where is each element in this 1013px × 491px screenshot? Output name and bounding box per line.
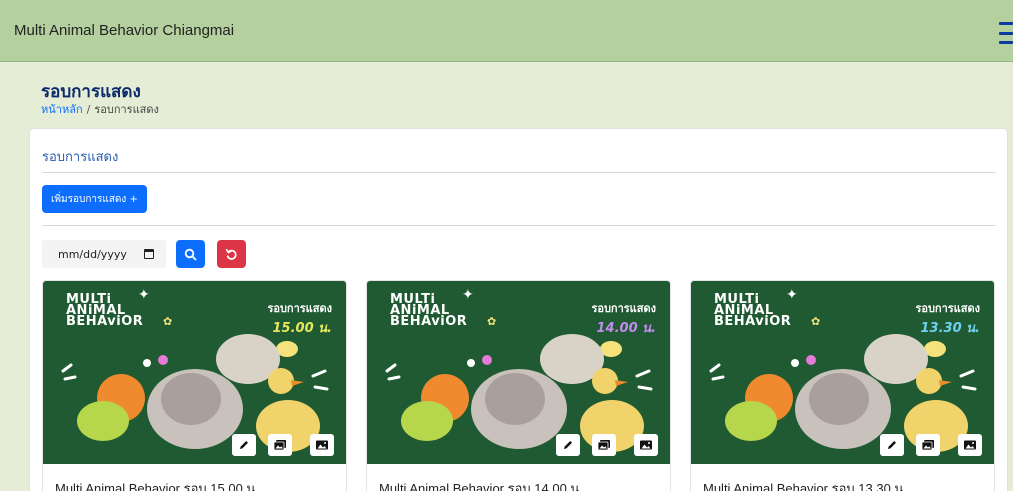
edit-button[interactable] bbox=[556, 434, 580, 456]
shows-card: รอบการแสดง เพิ่มรอบการแสดง + mm/dd/yyyy … bbox=[29, 128, 1008, 491]
image-button[interactable] bbox=[310, 434, 334, 456]
show-card[interactable]: MULTi ANiMAL BEHAviOR ✦ ✿ รอบการแสดง 13.… bbox=[690, 280, 995, 491]
app-title[interactable]: Multi Animal Behavior Chiangmai bbox=[14, 22, 234, 39]
calendar-icon[interactable] bbox=[144, 249, 154, 259]
edit-button[interactable] bbox=[232, 434, 256, 456]
date-filter-input[interactable]: mm/dd/yyyy bbox=[42, 240, 166, 268]
image-button[interactable] bbox=[958, 434, 982, 456]
show-title: Multi Animal Behavior รอบ 13.30 น. bbox=[703, 481, 907, 491]
breadcrumb-current: รอบการแสดง bbox=[94, 103, 159, 116]
pencil-icon bbox=[564, 441, 572, 449]
image-icon bbox=[640, 440, 652, 450]
add-show-button[interactable]: เพิ่มรอบการแสดง + bbox=[42, 185, 147, 213]
show-poster-image: MULTi ANiMAL BEHAviOR ✦ ✿ รอบการแสดง 13.… bbox=[691, 281, 994, 464]
edit-button[interactable] bbox=[880, 434, 904, 456]
show-card[interactable]: MULTi ANiMAL BEHAviOR ✦ ✿ รอบการแสดง 15.… bbox=[42, 280, 347, 491]
gallery-icon bbox=[921, 440, 934, 451]
divider bbox=[42, 172, 996, 173]
show-title: Multi Animal Behavior รอบ 15.00 น. bbox=[55, 481, 259, 491]
divider bbox=[42, 225, 996, 226]
image-icon bbox=[964, 440, 976, 450]
show-title: Multi Animal Behavior รอบ 14.00 น. bbox=[379, 481, 583, 491]
show-card[interactable]: MULTi ANiMAL BEHAviOR ✦ ✿ รอบการแสดง 14.… bbox=[366, 280, 671, 491]
date-placeholder: mm/dd/yyyy bbox=[58, 247, 127, 261]
pencil-icon bbox=[240, 441, 248, 449]
show-poster-image: MULTi ANiMAL BEHAviOR ✦ ✿ รอบการแสดง 14.… bbox=[367, 281, 670, 464]
card-title: รอบการแสดง bbox=[42, 150, 119, 165]
search-icon bbox=[184, 248, 197, 260]
breadcrumb-home-link[interactable]: หน้าหลัก bbox=[41, 103, 83, 116]
show-poster-image: MULTi ANiMAL BEHAviOR ✦ ✿ รอบการแสดง 15.… bbox=[43, 281, 346, 464]
gallery-button[interactable] bbox=[916, 434, 940, 456]
reset-icon bbox=[225, 248, 237, 260]
gallery-icon bbox=[273, 440, 286, 451]
breadcrumb: หน้าหลัก / รอบการแสดง bbox=[41, 100, 159, 118]
gallery-button[interactable] bbox=[592, 434, 616, 456]
gallery-icon bbox=[597, 440, 610, 451]
reset-button[interactable] bbox=[217, 240, 246, 268]
image-button[interactable] bbox=[634, 434, 658, 456]
top-navbar: Multi Animal Behavior Chiangmai bbox=[0, 0, 1013, 62]
breadcrumb-separator: / bbox=[86, 103, 91, 116]
hamburger-icon[interactable] bbox=[999, 22, 1013, 44]
search-button[interactable] bbox=[176, 240, 205, 268]
gallery-button[interactable] bbox=[268, 434, 292, 456]
image-icon bbox=[316, 440, 328, 450]
pencil-icon bbox=[888, 441, 896, 449]
